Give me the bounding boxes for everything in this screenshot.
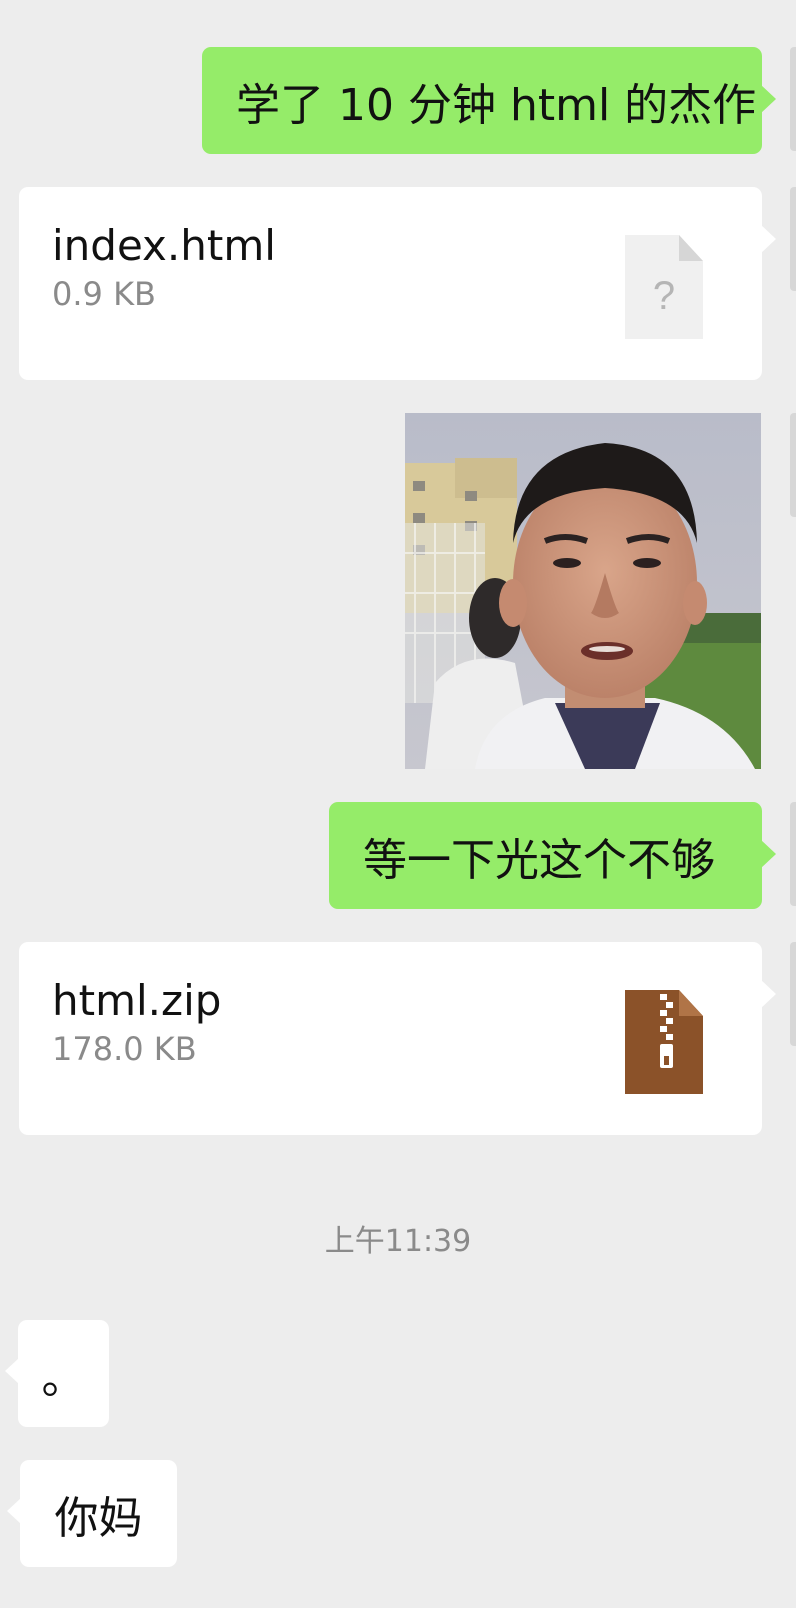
sender-avatar[interactable] [790, 802, 796, 906]
received-message-bubble[interactable]: 你妈 [7, 1460, 177, 1567]
message-text: 学了 10 分钟 html 的杰作 [236, 79, 757, 131]
sender-avatar[interactable] [790, 413, 796, 517]
timestamp-separator: 上午11:39 [324, 1224, 472, 1259]
sent-message-bubble[interactable]: 学了 10 分钟 html 的杰作 [202, 47, 776, 154]
sender-avatar[interactable] [790, 942, 796, 1046]
file-message-card[interactable]: html.zip 178.0 KB [19, 942, 776, 1135]
file-size: 0.9 KB [52, 275, 156, 313]
message-text: 你妈 [54, 1492, 143, 1544]
file-size: 178.0 KB [52, 1030, 197, 1068]
message-text: 等一下光这个不够 [363, 834, 715, 886]
received-message-bubble[interactable]: 。 [5, 1320, 109, 1427]
sender-avatar[interactable] [790, 47, 796, 151]
sender-avatar[interactable] [790, 187, 796, 291]
file-name: html.zip [52, 976, 222, 1025]
message-text: 。 [41, 1352, 86, 1404]
file-name: index.html [52, 221, 276, 270]
selfie-photo[interactable] [405, 413, 761, 769]
file-message-card[interactable]: index.html 0.9 KB ? [19, 187, 776, 380]
unknown-file-icon: ? [625, 235, 703, 339]
photo-image [405, 413, 761, 769]
sent-message-bubble[interactable]: 等一下光这个不够 [329, 802, 776, 909]
chat-screen: 学了 10 分钟 html 的杰作 index.html 0.9 KB ? 等一… [0, 0, 796, 1608]
svg-text:?: ? [653, 274, 675, 318]
zip-archive-icon [625, 990, 703, 1094]
